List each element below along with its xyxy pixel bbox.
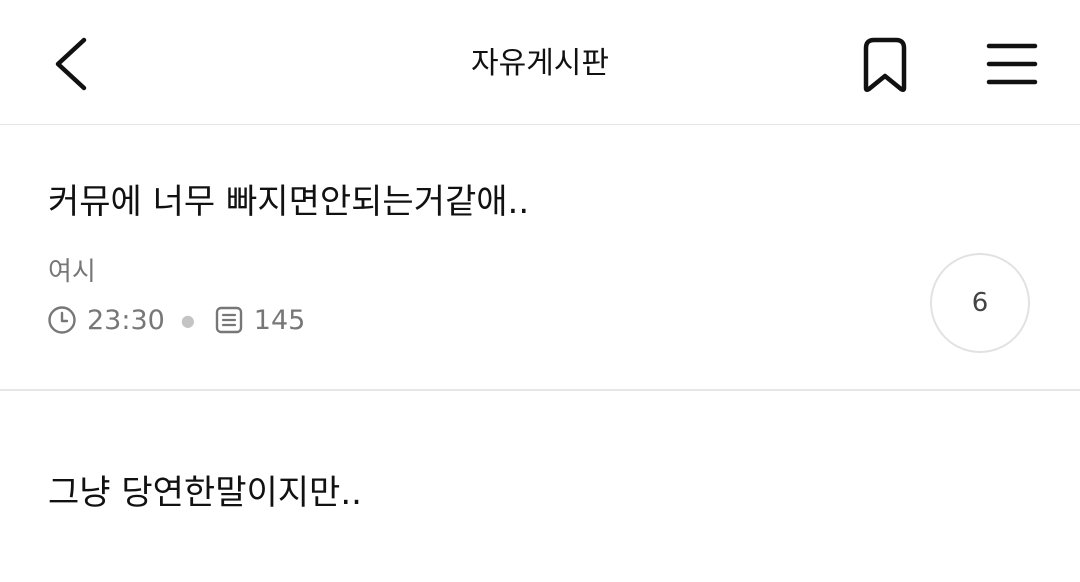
meta-separator: ● <box>180 310 195 330</box>
page-title: 자유게시판 <box>471 46 609 81</box>
post-body: 그냥 당연한말이지만.. <box>48 473 362 513</box>
comment-count-button[interactable]: 6 <box>930 253 1030 353</box>
post-meta: 23:30 ● 145 <box>46 302 305 338</box>
bookmark-button[interactable] <box>852 30 918 100</box>
clock-icon <box>46 304 78 336</box>
view-count: 145 <box>253 304 306 336</box>
hamburger-menu-icon <box>986 43 1038 85</box>
bookmark-icon <box>863 37 907 93</box>
post-time: 23:30 <box>87 304 165 336</box>
menu-button[interactable] <box>978 30 1046 98</box>
divider <box>0 389 1080 391</box>
views-icon <box>213 304 245 336</box>
author-name[interactable]: 여시 <box>48 255 96 289</box>
post-title: 커뮤에 너무 빠지면안되는거같애.. <box>48 182 530 222</box>
top-app-bar: 자유게시판 <box>0 0 1080 125</box>
